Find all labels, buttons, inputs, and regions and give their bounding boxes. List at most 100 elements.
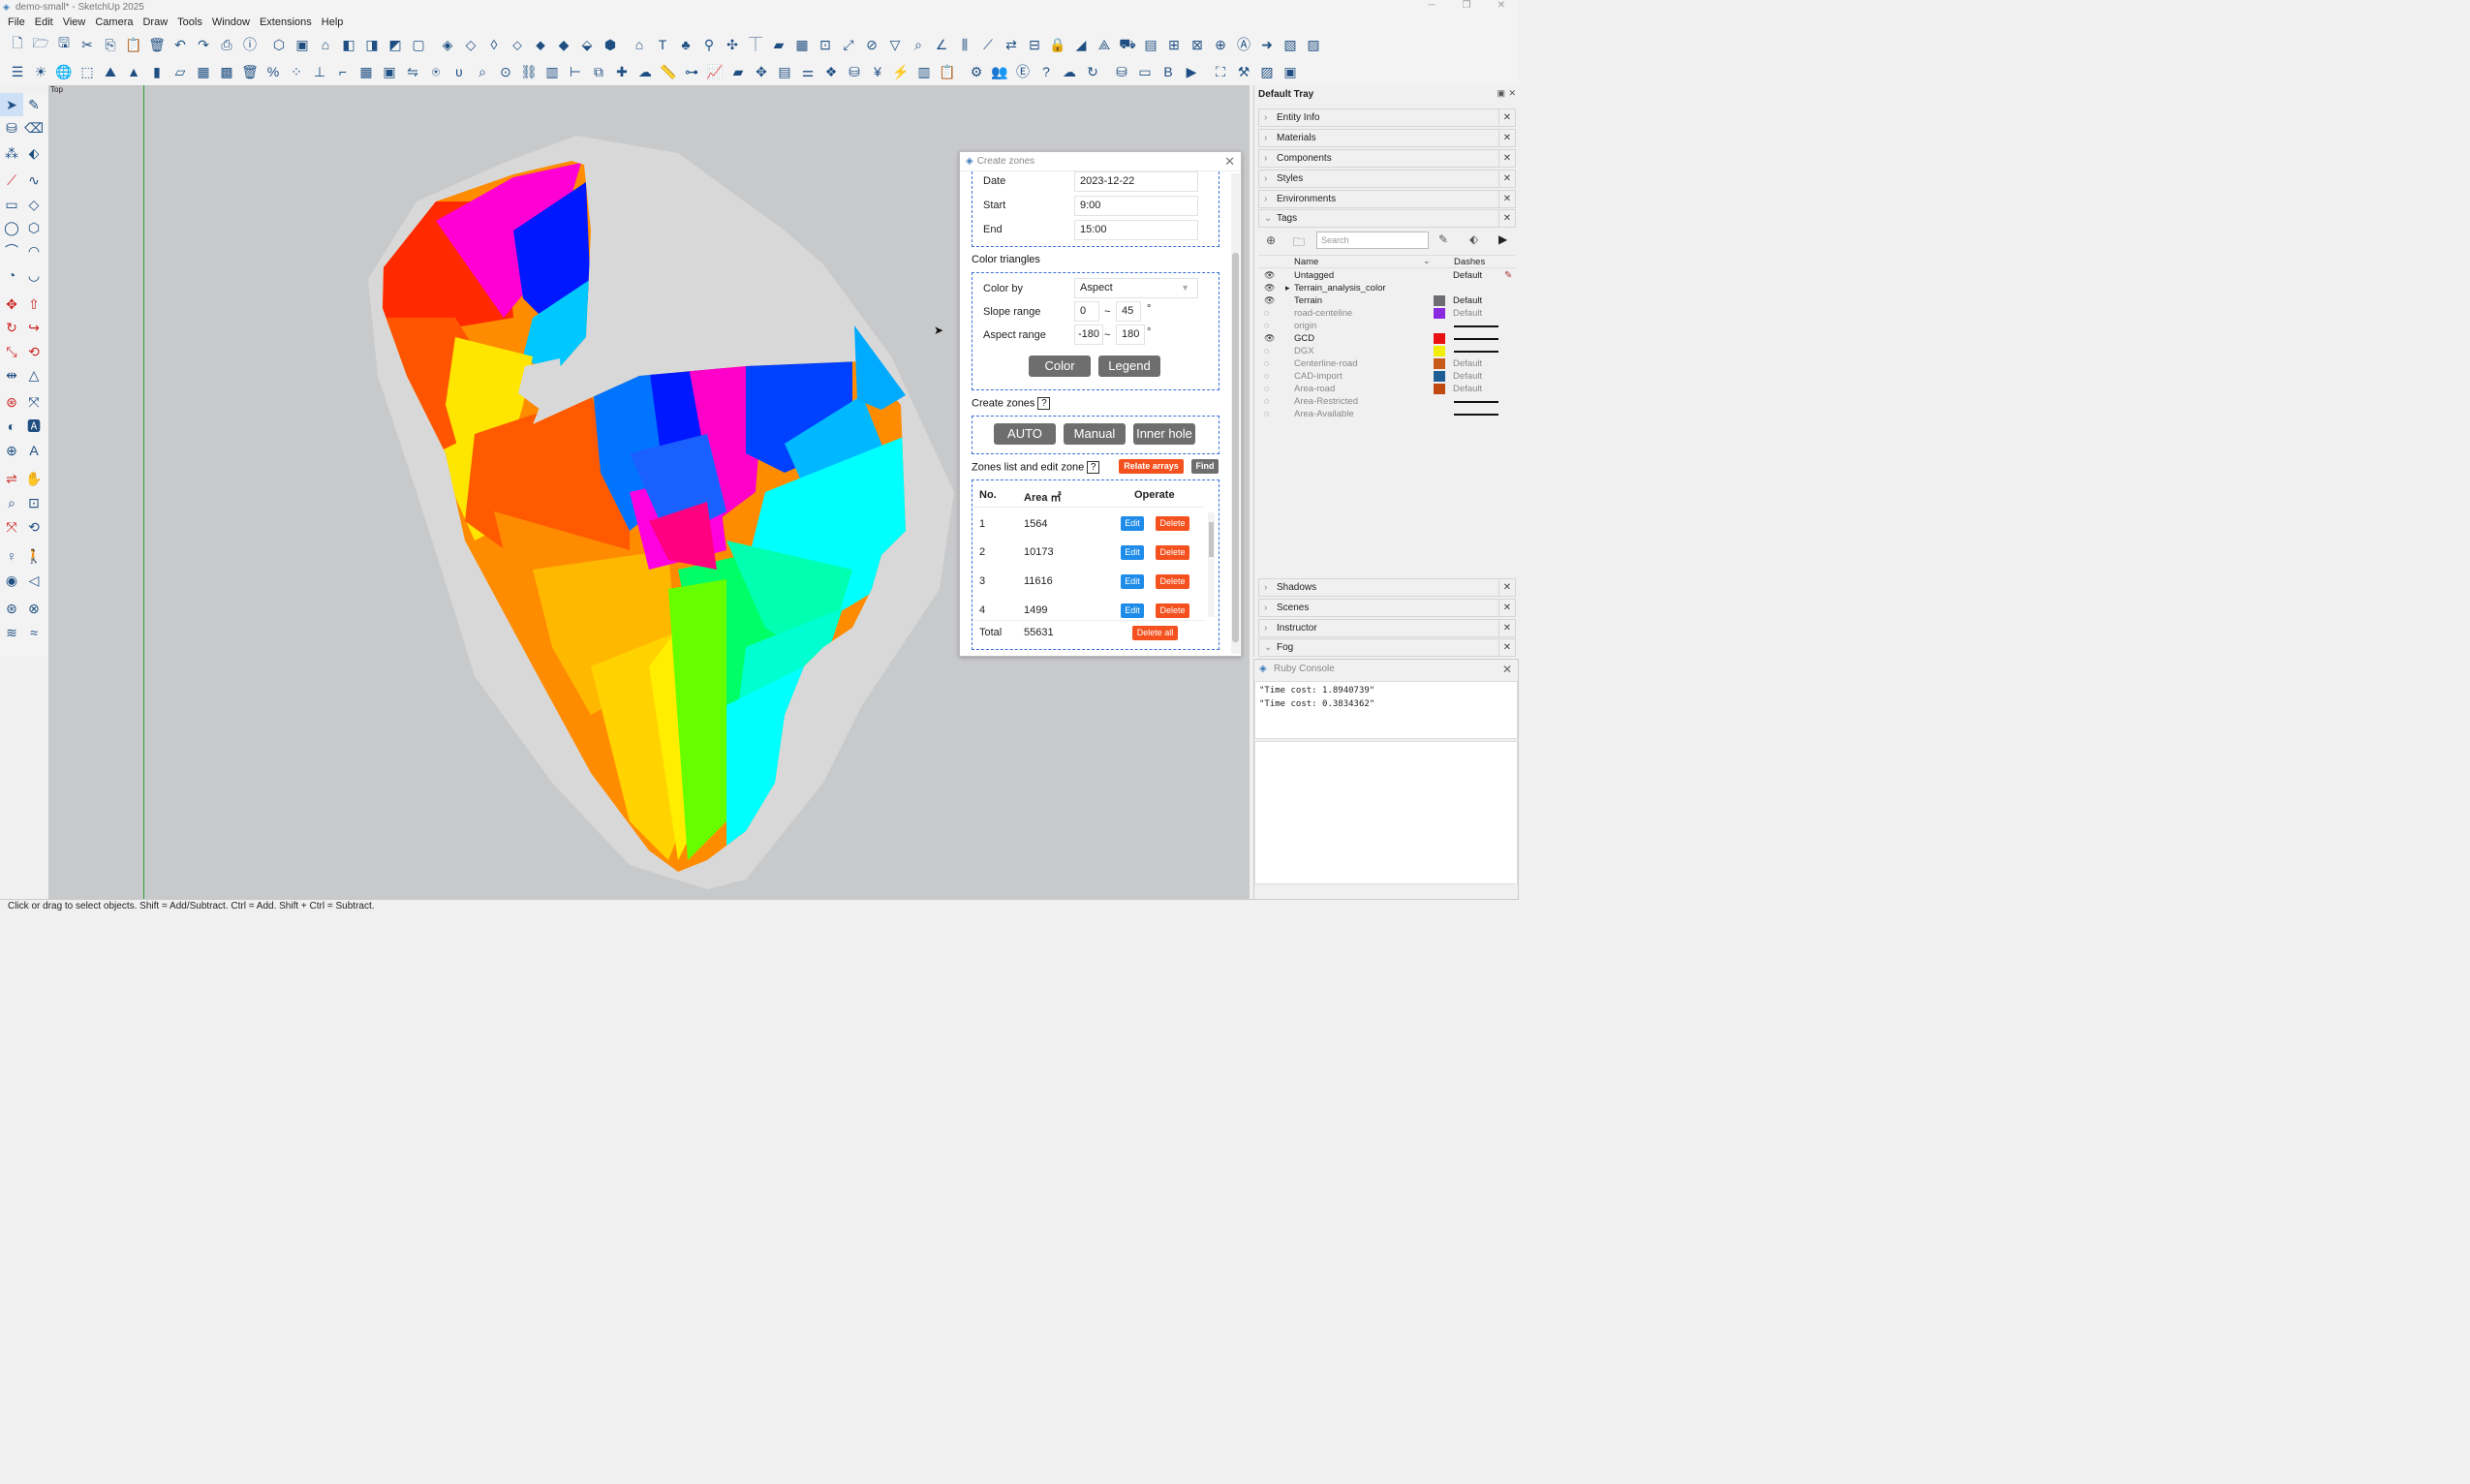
delete-array-icon[interactable]: 🗑	[238, 60, 262, 83]
protractor-icon[interactable]: ◐	[0, 415, 23, 438]
scale-icon[interactable]: ⤢	[837, 33, 860, 56]
network-icon[interactable]: ⊶	[680, 60, 703, 83]
grid-icon[interactable]: ▦	[790, 33, 814, 56]
kwh-icon[interactable]: ⚡	[889, 60, 912, 83]
panel-entity-info[interactable]: › Entity Info ✕	[1258, 108, 1516, 127]
delete-all-button[interactable]: Delete all	[1132, 626, 1178, 640]
vehicle-icon[interactable]: ⛟	[1116, 33, 1139, 56]
rotated-rect-icon[interactable]: ◇	[22, 193, 46, 216]
sandbox-icon[interactable]: ⊛	[0, 597, 23, 620]
close-window-icon[interactable]: ✕	[1484, 0, 1519, 11]
open-file-icon[interactable]: 🗁	[29, 33, 52, 56]
new-file-icon[interactable]: 🗋	[6, 33, 29, 56]
menu-window[interactable]: Window	[207, 16, 255, 28]
fence-icon[interactable]: ▥	[540, 60, 564, 83]
auto-button[interactable]: AUTO	[994, 423, 1056, 445]
obj-icon[interactable]: ▣	[1279, 60, 1302, 83]
swap-icon[interactable]: ⇄	[1000, 33, 1023, 56]
report-icon[interactable]: 📋	[936, 60, 959, 83]
pencil-icon[interactable]: ✎	[1504, 269, 1512, 282]
image-icon[interactable]: ▨	[1255, 60, 1279, 83]
dash-line-preview[interactable]	[1454, 414, 1498, 416]
iso-view-icon[interactable]: ⬡	[267, 33, 291, 56]
offset-icon[interactable]: ⟲	[22, 340, 46, 363]
start-input[interactable]: 9:00	[1074, 196, 1198, 216]
mountain-icon[interactable]: ▲	[122, 60, 145, 83]
dimension-icon[interactable]: ⤧	[22, 390, 46, 414]
triangle-icon[interactable]: △	[22, 363, 46, 386]
panel-fog[interactable]: ⌄ Fog ✕	[1258, 638, 1516, 657]
list-icon[interactable]: ☰	[6, 60, 29, 83]
add-tag-icon[interactable]: ⊕	[1266, 233, 1276, 247]
medical-icon[interactable]: ✚	[610, 60, 633, 83]
left-view-icon[interactable]: ◩	[384, 33, 407, 56]
scatter-icon[interactable]: ⁘	[285, 60, 308, 83]
circle-icon[interactable]: ◯	[0, 216, 23, 239]
box-icon[interactable]: ▰	[767, 33, 790, 56]
stack-icon[interactable]: ⛁	[1110, 60, 1133, 83]
close-icon[interactable]: ✕	[1498, 600, 1515, 616]
tag-row[interactable]: ◌ CAD-import Default	[1264, 370, 1512, 383]
tag-row[interactable]: 👁 Untagged Default ✎	[1264, 269, 1512, 282]
close-icon[interactable]: ✕	[1498, 620, 1515, 636]
aspect-min-input[interactable]: -180	[1074, 325, 1103, 345]
tag-row[interactable]: 👁 ▸ Terrain_analysis_color	[1264, 282, 1512, 294]
erase-icon[interactable]: 🗑	[145, 33, 169, 56]
table-scroll-thumb[interactable]	[1209, 522, 1214, 557]
lock-icon[interactable]: 🔒	[1046, 33, 1069, 56]
tri-icon[interactable]: ▽	[883, 33, 907, 56]
menu-tools[interactable]: Tools	[172, 16, 207, 28]
tag-dash-value[interactable]: Default	[1453, 269, 1482, 282]
cloud-cad-icon[interactable]: ☁	[633, 60, 657, 83]
pyramid-icon[interactable]: ⟁	[1093, 33, 1116, 56]
tag-dash-value[interactable]: Default	[1453, 294, 1482, 307]
maximize-icon[interactable]: ❐	[1449, 0, 1484, 11]
tag-color-swatch[interactable]	[1434, 346, 1445, 356]
scale-tool-icon[interactable]: ⤡	[0, 340, 23, 363]
tag-row[interactable]: ◌ Area-Restricted	[1264, 395, 1512, 408]
delete-zone-button[interactable]: Delete	[1156, 574, 1189, 589]
tag-row[interactable]: ◌ Area-Available	[1264, 408, 1512, 420]
close-icon[interactable]: ✕	[1498, 170, 1515, 187]
line-tool-icon[interactable]: ⟋	[0, 169, 23, 192]
hidden-line-icon[interactable]: ⬦	[506, 33, 529, 56]
aspect-max-input[interactable]: 180	[1116, 325, 1145, 345]
menu-view[interactable]: View	[58, 16, 91, 28]
move-icon[interactable]: ✥	[750, 60, 773, 83]
date-input[interactable]: 2023-12-22	[1074, 171, 1198, 192]
arc3-icon[interactable]: ◡	[22, 263, 46, 287]
delete-zone-button[interactable]: Delete	[1156, 545, 1189, 560]
auto-icon[interactable]: Ⓐ	[1232, 33, 1255, 56]
monochrome-icon[interactable]: ⬙	[575, 33, 599, 56]
angle-icon[interactable]: ∠	[930, 33, 953, 56]
tag-row[interactable]: 👁 GCD	[1264, 332, 1512, 345]
tag-color-swatch[interactable]	[1434, 333, 1445, 344]
freehand-icon[interactable]: ∿	[22, 169, 46, 192]
menu-draw[interactable]: Draw	[138, 16, 172, 28]
ruby-input[interactable]	[1254, 741, 1518, 884]
bi-icon[interactable]: Β	[1157, 60, 1180, 83]
pin-icon[interactable]: ⚲	[697, 33, 721, 56]
panel-styles[interactable]: › Styles ✕	[1258, 170, 1516, 188]
close-icon[interactable]: ✕	[1498, 579, 1515, 596]
menu-edit[interactable]: Edit	[30, 16, 58, 28]
en-icon[interactable]: Ⓔ	[1011, 60, 1034, 83]
delete-zone-button[interactable]: Delete	[1156, 603, 1189, 618]
manual-button[interactable]: Manual	[1064, 423, 1126, 445]
relate-arrays-button[interactable]: Relate arrays	[1119, 459, 1184, 474]
end-input[interactable]: 15:00	[1074, 220, 1198, 240]
layout-icon[interactable]: ⊠	[1186, 33, 1209, 56]
ruler-icon[interactable]: 📏	[657, 60, 680, 83]
eye-icon[interactable]: 👁	[1264, 294, 1275, 307]
link-icon[interactable]: ⛓	[517, 60, 540, 83]
close-ruby-icon[interactable]: ✕	[1502, 660, 1512, 679]
tag-color-swatch[interactable]	[1434, 358, 1445, 369]
close-icon[interactable]: ✕	[1498, 210, 1515, 227]
percent-icon[interactable]: %	[262, 60, 285, 83]
warehouse-icon[interactable]: ⌂	[628, 33, 651, 56]
tag-row[interactable]: ◌ DGX	[1264, 345, 1512, 357]
panel-materials[interactable]: › Materials ✕	[1258, 129, 1516, 147]
create-zones-help-icon[interactable]: ?	[1037, 397, 1051, 410]
connect-icon[interactable]: ⇋	[401, 60, 424, 83]
print-icon[interactable]: ⎙	[215, 33, 238, 56]
